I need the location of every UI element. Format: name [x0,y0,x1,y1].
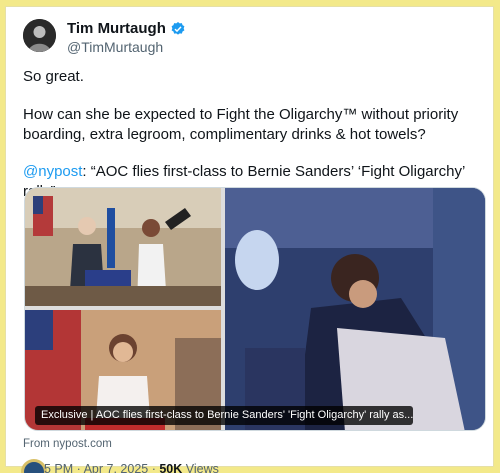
avatar[interactable] [23,19,56,52]
tweet-meta: 5 PM · Apr 7, 2025 · 50K Views [44,462,219,473]
tweet-timestamp[interactable]: 5 PM · Apr 7, 2025 · [44,462,159,473]
tweet-text-line-1: So great. [23,68,84,85]
tweet-text-line-2: How can she be expected to Fight the Oli… [23,106,459,143]
link-source[interactable]: From nypost.com [23,438,112,450]
tweet-card: Tim Murtaugh @TimMurtaugh So great. How … [5,6,494,473]
nypost-mention-link[interactable]: @nypost [23,163,82,180]
verified-badge-icon [171,21,185,35]
news-photo-collage [25,188,485,430]
link-card-image[interactable]: Exclusive | AOC flies first-class to Ber… [24,187,486,431]
author-handle[interactable]: @TimMurtaugh [67,39,163,55]
views-label: Views [182,462,219,473]
views-count: 50K [159,462,183,473]
author-name-row[interactable]: Tim Murtaugh [67,20,186,37]
link-card-caption[interactable]: Exclusive | AOC flies first-class to Ber… [35,406,413,425]
author-name[interactable]: Tim Murtaugh [67,20,166,37]
